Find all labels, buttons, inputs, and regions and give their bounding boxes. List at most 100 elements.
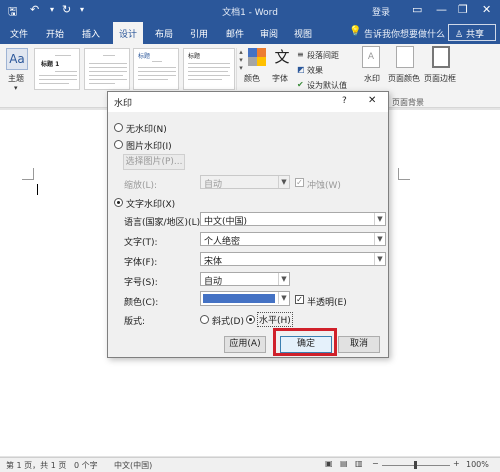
page-background-group-label: 页面背景 <box>392 98 424 107</box>
effects-button[interactable]: 效果 <box>307 65 323 76</box>
themes-icon[interactable]: Aa <box>6 48 28 70</box>
color-swatch <box>203 294 275 303</box>
no-watermark-label[interactable]: 无水印(N) <box>126 122 167 135</box>
tell-me-search[interactable]: 告诉我你想要做什么 <box>364 27 445 40</box>
scale-label: 缩放(L): <box>124 181 158 191</box>
fonts-icon[interactable]: 文 <box>272 46 292 68</box>
cancel-button[interactable]: 取消 <box>338 336 380 353</box>
scale-value: 自动 <box>204 180 223 190</box>
zoom-out-button[interactable]: − <box>372 459 379 468</box>
layout-label: 版式: <box>124 317 146 327</box>
diagonal-label[interactable]: 斜式(D) <box>212 314 244 327</box>
colors-icon[interactable] <box>248 48 266 66</box>
text-combobox[interactable]: 个人绝密 ▼ <box>200 232 386 247</box>
window-title: 文档1 - Word <box>222 8 278 18</box>
no-watermark-radio[interactable] <box>114 123 123 132</box>
semitransparent-label[interactable]: 半透明(E) <box>307 295 347 308</box>
zoom-in-button[interactable]: + <box>453 459 460 468</box>
set-default-button[interactable]: 设为默认值 <box>307 80 347 91</box>
page-color-button[interactable]: 页面颜色 <box>388 73 420 84</box>
person-icon: ♙ <box>455 30 466 40</box>
picture-watermark-label[interactable]: 图片水印(I) <box>126 139 172 152</box>
read-mode-icon[interactable]: ▣ <box>325 459 333 468</box>
fonts-button[interactable]: 字体 <box>272 73 288 84</box>
title-bar: 🖫 ↶ ▾ ↻ ▾ 文档1 - Word 登录 ▭ — ❐ ✕ <box>0 0 500 22</box>
dialog-close-button[interactable]: ✕ <box>368 95 376 106</box>
share-label: 共享 <box>465 30 484 40</box>
themes-dropdown-icon[interactable]: ▾ <box>14 84 18 92</box>
chevron-down-icon: ▼ <box>278 273 289 285</box>
tab-references[interactable]: 引用 <box>190 27 208 40</box>
language-select[interactable]: 中文(中国) ▼ <box>200 212 386 227</box>
print-layout-icon[interactable]: ▤ <box>340 459 348 468</box>
chevron-down-icon: ▼ <box>374 253 385 265</box>
apply-button[interactable]: 应用(A) <box>224 336 266 353</box>
language-status[interactable]: 中文(中国) <box>114 460 152 471</box>
colors-button[interactable]: 颜色 <box>244 73 260 84</box>
page-color-icon[interactable] <box>396 46 414 68</box>
semitransparent-checkbox[interactable]: ✓ <box>295 295 304 304</box>
font-value: 宋体 <box>204 257 223 267</box>
tab-design[interactable]: 设计 <box>113 22 143 44</box>
horizontal-label[interactable]: 水平(H) <box>257 312 293 327</box>
minimize-button[interactable]: — <box>436 3 447 16</box>
style-thumbnail-title: 标题 <box>138 53 151 60</box>
diagonal-radio[interactable] <box>200 315 209 324</box>
word-count[interactable]: 0 个字 <box>74 460 98 471</box>
font-select[interactable]: 宋体 ▼ <box>200 252 386 267</box>
text-watermark-label[interactable]: 文字水印(X) <box>126 197 175 210</box>
style-thumbnail[interactable] <box>84 48 130 90</box>
style-thumbnail[interactable]: 标题 <box>183 48 235 90</box>
margin-mark-top-right <box>398 168 410 180</box>
washout-label[interactable]: 冲蚀(W) <box>307 178 341 191</box>
share-button[interactable]: ♙ 共享 <box>448 24 496 41</box>
chevron-down-icon: ▼ <box>278 292 289 304</box>
web-layout-icon[interactable]: ▥ <box>355 459 363 468</box>
text-value: 个人绝密 <box>204 237 241 247</box>
tab-home[interactable]: 开始 <box>46 27 64 40</box>
font-label: 字体(F): <box>124 258 158 268</box>
scale-select[interactable]: 自动 ▼ <box>200 175 290 190</box>
watermark-icon[interactable]: A <box>362 46 380 68</box>
text-watermark-radio[interactable] <box>114 198 123 207</box>
close-window-button[interactable]: ✕ <box>482 3 491 16</box>
restore-button[interactable]: ❐ <box>458 3 468 16</box>
horizontal-radio[interactable] <box>246 315 255 324</box>
washout-checkbox[interactable]: ✓ <box>295 178 304 187</box>
color-label: 颜色(C): <box>124 298 159 308</box>
text-cursor <box>37 184 38 195</box>
zoom-slider-handle[interactable] <box>414 461 417 469</box>
select-picture-button[interactable]: 选择图片(P)... <box>123 154 185 170</box>
status-bar: 第 1 页，共 1 页 0 个字 中文(中国) ▣ ▤ ▥ − + 100% <box>0 457 500 472</box>
paragraph-spacing-icon: ≡ <box>297 50 304 59</box>
zoom-level[interactable]: 100% <box>466 460 489 469</box>
tab-view[interactable]: 视图 <box>294 27 312 40</box>
style-thumbnail[interactable]: 标题 1 <box>34 48 80 90</box>
picture-watermark-radio[interactable] <box>114 140 123 149</box>
page-count[interactable]: 第 1 页，共 1 页 <box>6 460 66 471</box>
watermark-button[interactable]: 水印 <box>364 73 380 84</box>
color-picker[interactable]: ▼ <box>200 291 290 306</box>
themes-button[interactable]: 主题 <box>8 73 24 84</box>
tab-mailings[interactable]: 邮件 <box>226 27 244 40</box>
style-thumbnail-title: 标题 <box>188 53 201 60</box>
paragraph-spacing-button[interactable]: 段落间距 <box>307 50 339 61</box>
language-label: 语言(国家/地区)(L): <box>124 218 204 228</box>
style-thumbnail-title: 标题 1 <box>41 61 60 68</box>
tab-layout[interactable]: 布局 <box>155 27 173 40</box>
tab-insert[interactable]: 插入 <box>82 27 100 40</box>
ribbon-options-icon[interactable]: ▭ <box>412 3 422 16</box>
login-link[interactable]: 登录 <box>372 5 390 18</box>
size-combobox[interactable]: 自动 ▼ <box>200 272 290 287</box>
text-label: 文字(T): <box>124 238 158 248</box>
page-borders-icon[interactable] <box>432 46 450 68</box>
chevron-down-icon: ▼ <box>278 176 289 188</box>
style-thumbnail[interactable]: 标题 <box>133 48 179 90</box>
page-borders-button[interactable]: 页面边框 <box>424 73 456 84</box>
tab-file[interactable]: 文件 <box>10 27 28 40</box>
chevron-down-icon: ▼ <box>374 233 385 245</box>
checkmark-icon: ✔ <box>297 80 304 89</box>
help-button[interactable]: ? <box>342 96 347 106</box>
dialog-title-bar: 水印 ? ✕ <box>108 92 388 112</box>
tab-review[interactable]: 审阅 <box>260 27 278 40</box>
